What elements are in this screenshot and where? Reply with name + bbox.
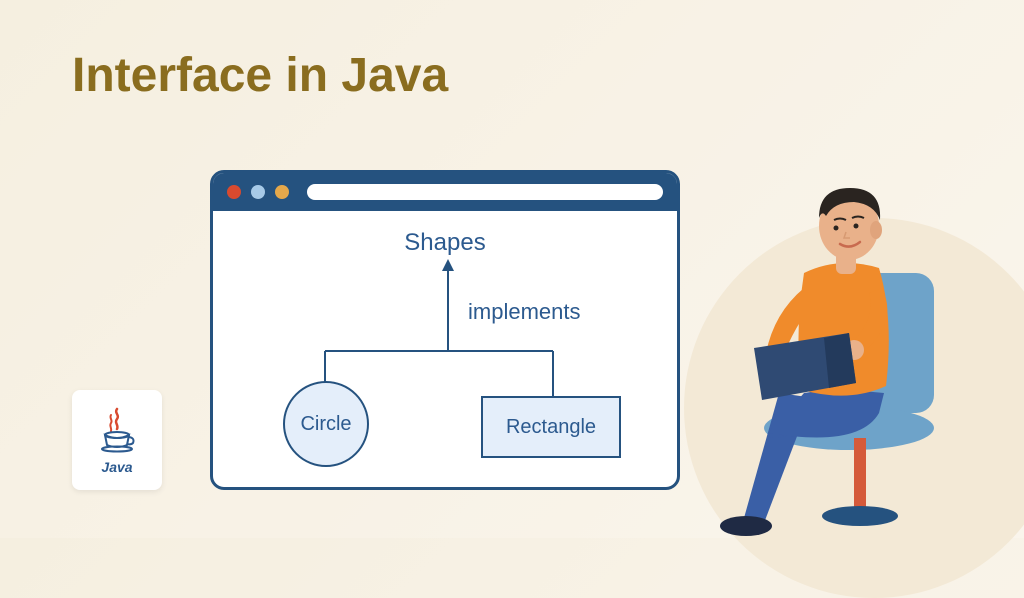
window-titlebar (213, 173, 677, 211)
diagram-canvas: Shapes implements Circle Rectangle (213, 211, 677, 487)
java-cup-icon (97, 405, 137, 455)
window-dot-yellow-icon (275, 185, 289, 199)
rectangle-class-node: Rectangle (481, 396, 621, 458)
page-title: Interface in Java (72, 48, 448, 103)
person-with-laptop-illustration (684, 138, 984, 538)
interface-name-label: Shapes (404, 229, 485, 257)
window-dot-blue-icon (251, 185, 265, 199)
window-dot-red-icon (227, 185, 241, 199)
diagram-window: Shapes implements Circle Rectangle (210, 170, 680, 490)
java-logo-badge: Java (72, 390, 162, 490)
window-urlbar (307, 184, 663, 200)
java-logo-label: Java (101, 459, 132, 475)
circle-class-node: Circle (283, 381, 369, 467)
